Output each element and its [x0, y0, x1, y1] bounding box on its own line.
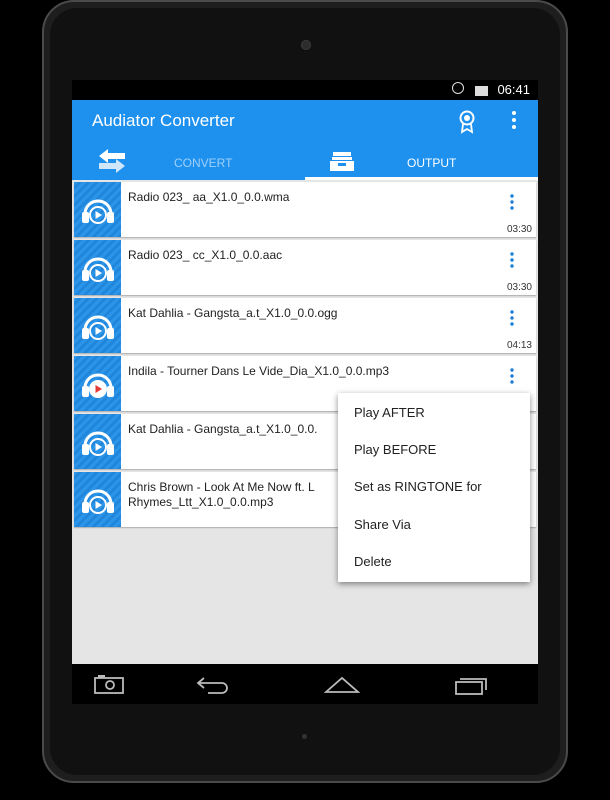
audio-thumbnail [74, 414, 121, 469]
headphones-icon [82, 489, 114, 514]
headphones-icon [82, 431, 114, 456]
context-menu: Play AFTER Play BEFORE Set as RINGTONE f… [338, 393, 530, 582]
home-icon[interactable] [324, 674, 360, 694]
list-item[interactable]: Radio 023_ aa_X1.0_0.0.wma 03:30 [74, 182, 536, 237]
app-title: Audiator Converter [92, 111, 235, 130]
navigation-bar [72, 664, 538, 704]
menu-item-set-ringtone[interactable]: Set as RINGTONE for [354, 479, 482, 494]
status-time: 06:41 [497, 82, 530, 97]
award-icon[interactable] [458, 110, 476, 134]
file-duration: 03:30 [506, 282, 532, 293]
headphones-icon [82, 257, 114, 282]
item-menu-icon[interactable] [508, 310, 516, 326]
menu-item-play-before[interactable]: Play BEFORE [354, 442, 436, 457]
screen: 06:41 Audiator Converter CONVERT OUTPUT … [72, 80, 538, 704]
audio-thumbnail [74, 240, 121, 295]
tab-indicator [305, 177, 538, 180]
camera-icon[interactable] [94, 674, 124, 694]
audio-thumbnail [74, 298, 121, 353]
alarm-icon [452, 82, 464, 94]
file-name-line-1: Chris Brown - Look At Me Now ft. L [128, 480, 315, 494]
headphones-icon [82, 315, 114, 340]
file-name: Radio 023_ cc_X1.0_0.0.aac [128, 248, 283, 262]
output-tray-icon [330, 152, 354, 171]
recents-icon[interactable] [454, 674, 488, 696]
item-menu-icon[interactable] [508, 252, 516, 268]
battery-icon [475, 86, 488, 96]
app-bar: Audiator Converter CONVERT OUTPUT [72, 100, 538, 180]
back-icon[interactable] [196, 674, 230, 694]
file-name: Indila - Tourner Dans Le Vide_Dia_X1.0_0… [128, 364, 390, 378]
file-duration: 03:30 [506, 224, 532, 235]
audio-thumbnail [74, 356, 121, 411]
list-item[interactable]: Radio 023_ cc_X1.0_0.0.aac 03:30 [74, 240, 536, 295]
file-duration: 04:13 [506, 340, 532, 351]
headphones-playing-icon [82, 373, 114, 398]
bezel-dot [302, 734, 307, 739]
tab-convert-label: CONVERT [174, 156, 233, 170]
menu-item-play-after[interactable]: Play AFTER [354, 405, 425, 420]
headphones-icon [82, 199, 114, 224]
menu-item-delete[interactable]: Delete [354, 554, 392, 569]
file-name: Kat Dahlia - Gangsta_a.t_X1.0_0.0.ogg [128, 306, 338, 320]
audio-thumbnail [74, 182, 121, 237]
tab-output[interactable]: OUTPUT [305, 146, 538, 180]
tab-output-label: OUTPUT [407, 156, 457, 170]
convert-arrows-icon [99, 149, 125, 173]
list-item[interactable]: Kat Dahlia - Gangsta_a.t_X1.0_0.0.ogg 04… [74, 298, 536, 353]
item-menu-icon[interactable] [508, 194, 516, 210]
menu-item-share-via[interactable]: Share Via [354, 517, 411, 532]
front-camera [301, 40, 311, 50]
audio-thumbnail [74, 472, 121, 527]
overflow-menu-icon[interactable] [508, 110, 520, 130]
file-name-line-2: Rhymes_Ltt_X1.0_0.0.mp3 [128, 495, 274, 509]
item-menu-icon[interactable] [508, 368, 516, 384]
status-bar: 06:41 [72, 80, 538, 100]
file-name: Radio 023_ aa_X1.0_0.0.wma [128, 190, 290, 204]
tab-strip: CONVERT OUTPUT [72, 146, 538, 180]
tab-convert[interactable]: CONVERT [72, 146, 305, 180]
